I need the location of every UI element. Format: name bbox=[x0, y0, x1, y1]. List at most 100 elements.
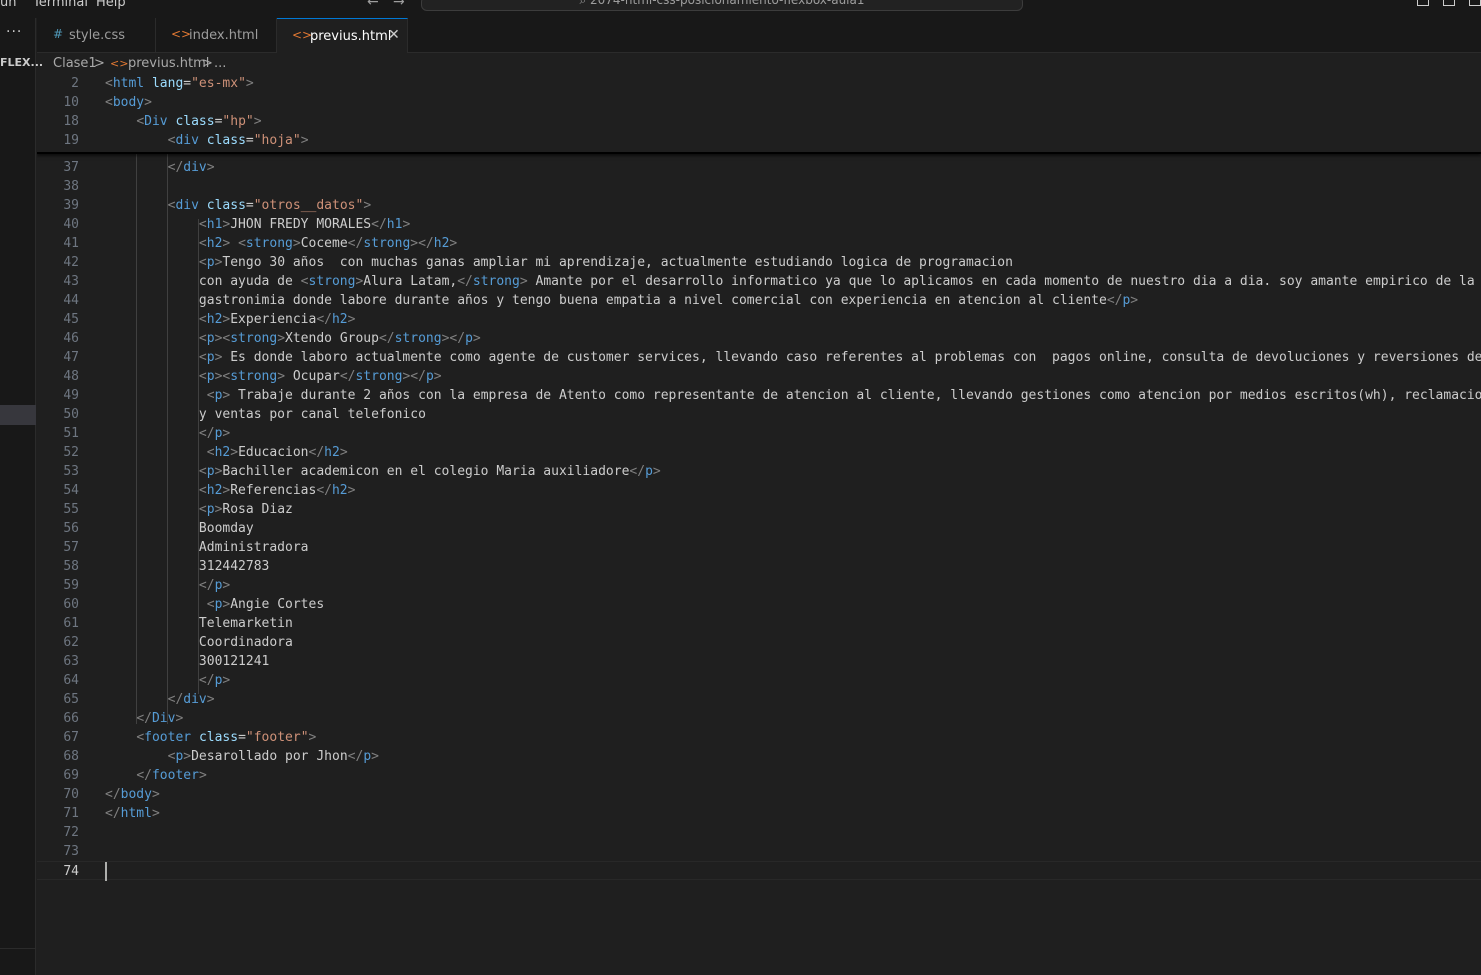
code-line[interactable]: 10 <body> bbox=[37, 93, 1481, 112]
code-line[interactable]: 64 </p> bbox=[37, 671, 1481, 690]
code-line[interactable]: 61 Telemarketin bbox=[37, 614, 1481, 633]
code-line[interactable]: 37 </div> bbox=[37, 158, 1481, 177]
code-token: </ bbox=[308, 445, 325, 460]
line-number: 69 bbox=[63, 768, 79, 783]
code-line[interactable]: 60 <p>Angie Cortes bbox=[37, 595, 1481, 614]
toggle-sidebar-icon[interactable] bbox=[1417, 0, 1429, 6]
tab-previus-html[interactable]: <> previus.html ✕ bbox=[277, 18, 408, 53]
line-content: </body> bbox=[105, 785, 160, 804]
code-line[interactable]: 53 <p>Bachiller academicon en el colegio… bbox=[37, 462, 1481, 481]
code-token: ></ bbox=[402, 369, 426, 384]
sticky-scroll-header[interactable]: 2 <html lang="es-mx"> 10 <body> 18 <Div clas… bbox=[37, 74, 1481, 154]
menu-terminal[interactable]: Terminal bbox=[33, 0, 88, 10]
code-token: p bbox=[363, 749, 372, 764]
explorer-project-name[interactable]: FLEX... bbox=[0, 56, 43, 69]
code-editor[interactable]: 2 <html lang="es-mx"> 10 <body> 18 <Div clas… bbox=[37, 74, 1481, 975]
line-number: 40 bbox=[63, 217, 79, 232]
code-line[interactable]: 65 </div> bbox=[37, 690, 1481, 709]
code-line[interactable]: 42 <p>Tengo 30 años con muchas ganas amp… bbox=[37, 253, 1481, 272]
code-line[interactable]: 50 y ventas por canal telefonico bbox=[37, 405, 1481, 424]
code-line[interactable]: 45 <h2>Experiencia</h2> bbox=[37, 310, 1481, 329]
code-line[interactable]: 55 <p>Rosa Diaz bbox=[37, 500, 1481, 519]
code-line[interactable]: 19 <div class="hoja"> bbox=[37, 131, 1481, 150]
line-number: 41 bbox=[63, 236, 79, 251]
line-number: 62 bbox=[63, 635, 79, 650]
back-arrow-icon[interactable]: ← bbox=[367, 0, 379, 10]
code-line[interactable]: 38 bbox=[37, 177, 1481, 196]
code-token: div bbox=[175, 133, 199, 148]
code-line[interactable]: 73 bbox=[37, 842, 1481, 861]
menu-run[interactable]: un bbox=[0, 0, 16, 10]
code-token: Ocupar bbox=[285, 369, 340, 384]
code-token: > bbox=[363, 198, 372, 213]
code-line[interactable]: 57 Administradora bbox=[37, 538, 1481, 557]
line-content: </p> bbox=[105, 576, 230, 595]
code-line[interactable]: 67 <footer class="footer"> bbox=[37, 728, 1481, 747]
code-line[interactable]: 43 con ayuda de <strong>Alura Latam,</st… bbox=[37, 272, 1481, 291]
command-center[interactable]: ⌕ 2074-html-css-posicionamiento-flexbox-… bbox=[421, 0, 1023, 11]
code-line[interactable]: 41 <h2> <strong>Coceme</strong></h2> bbox=[37, 234, 1481, 253]
code-line[interactable]: 49 <p> Trabaje durante 2 años con la emp… bbox=[37, 386, 1481, 405]
line-content: 312442783 bbox=[105, 557, 269, 576]
line-number: 60 bbox=[63, 597, 79, 612]
code-line[interactable]: 62 Coordinadora bbox=[37, 633, 1481, 652]
code-token: JHON FREDY MORALES bbox=[230, 217, 372, 232]
line-content: <body> bbox=[105, 93, 152, 112]
line-content: </div> bbox=[105, 158, 215, 177]
breadcrumb-folder[interactable]: Clase1 bbox=[53, 56, 97, 71]
code-line[interactable]: 74 bbox=[37, 861, 1481, 880]
code-line[interactable]: 56 Boomday bbox=[37, 519, 1481, 538]
code-token: </ bbox=[1106, 293, 1123, 308]
code-line[interactable]: 44 gastronimia donde labore durante años… bbox=[37, 291, 1481, 310]
code-line[interactable]: 39 <div class="otros__datos"> bbox=[37, 196, 1481, 215]
toggle-panel-icon[interactable] bbox=[1443, 0, 1455, 6]
code-line[interactable]: 58 312442783 bbox=[37, 557, 1481, 576]
line-content: <div class="otros__datos"> bbox=[105, 196, 372, 215]
code-line[interactable]: 68 <p>Desarollado por Jhon</p> bbox=[37, 747, 1481, 766]
code-line[interactable]: 51 </p> bbox=[37, 424, 1481, 443]
code-token: > bbox=[402, 217, 411, 232]
code-line[interactable]: 46 <p><strong>Xtendo Group</strong></p> bbox=[37, 329, 1481, 348]
code-line[interactable]: 71 </html> bbox=[37, 804, 1481, 823]
more-actions-icon[interactable]: ··· bbox=[6, 24, 22, 40]
code-token: h2 bbox=[331, 483, 348, 498]
close-icon[interactable]: ✕ bbox=[388, 27, 400, 43]
code-token: con ayuda de bbox=[105, 274, 301, 289]
code-line[interactable]: 59 </p> bbox=[37, 576, 1481, 595]
code-line[interactable]: 40 <h1>JHON FREDY MORALES</h1> bbox=[37, 215, 1481, 234]
selected-explorer-row[interactable] bbox=[0, 405, 36, 425]
tab-style-css[interactable]: # style.css bbox=[37, 18, 156, 53]
breadcrumb-symbol[interactable]: ... bbox=[214, 56, 226, 71]
toggle-secondary-sidebar-icon[interactable] bbox=[1469, 0, 1481, 6]
code-line[interactable]: 47 <p> Es donde laboro actualmente como … bbox=[37, 348, 1481, 367]
title-bar: un Terminal Help ← → ⌕ 2074-html-css-pos… bbox=[0, 0, 1481, 18]
forward-arrow-icon[interactable]: → bbox=[393, 0, 405, 10]
breadcrumb-file[interactable]: previus.html bbox=[128, 56, 209, 71]
code-token: footer bbox=[151, 768, 199, 783]
code-line[interactable]: 52 <h2>Educacion</h2> bbox=[37, 443, 1481, 462]
menu-help[interactable]: Help bbox=[96, 0, 126, 10]
code-token: Amante por el desarrollo informatico ya … bbox=[527, 274, 1475, 289]
line-number: 48 bbox=[63, 369, 79, 384]
code-line[interactable]: 18 <Div class="hp"> bbox=[37, 112, 1481, 131]
code-line[interactable]: 72 bbox=[37, 823, 1481, 842]
line-content: y ventas por canal telefonico bbox=[105, 405, 426, 424]
code-line[interactable]: 70 </body> bbox=[37, 785, 1481, 804]
code-line[interactable]: 66 </Div> bbox=[37, 709, 1481, 728]
code-token: Tengo 30 años con muchas ganas ampliar m… bbox=[222, 255, 1013, 270]
line-number: 54 bbox=[63, 483, 79, 498]
code-line[interactable]: 54 <h2>Referencias</h2> bbox=[37, 481, 1481, 500]
code-line[interactable]: 2 <html lang="es-mx"> bbox=[37, 74, 1481, 93]
tab-index-html[interactable]: <> index.html bbox=[156, 18, 277, 53]
code-line[interactable]: 69 </footer> bbox=[37, 766, 1481, 785]
code-line[interactable]: 48 <p><strong> Ocupar</strong></p> bbox=[37, 367, 1481, 386]
code-line[interactable]: 63 300121241 bbox=[37, 652, 1481, 671]
code-token: > bbox=[519, 274, 528, 289]
